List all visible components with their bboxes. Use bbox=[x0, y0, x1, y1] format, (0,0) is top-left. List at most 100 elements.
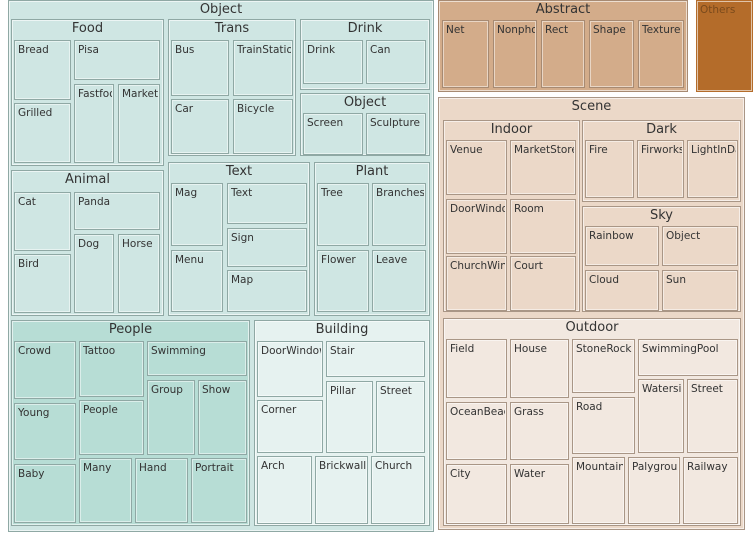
treemap-cell-screen[interactable]: Screen bbox=[303, 113, 363, 155]
group-label: Object bbox=[343, 95, 387, 110]
treemap-cell-corner[interactable]: Corner bbox=[257, 400, 323, 453]
treemap-cell-fire[interactable]: Fire bbox=[585, 140, 634, 198]
treemap-cell-people[interactable]: People bbox=[79, 400, 144, 455]
cell-label: House bbox=[514, 343, 547, 355]
treemap-cell-market[interactable]: Market bbox=[118, 84, 160, 163]
cell-label: Net bbox=[446, 24, 465, 36]
treemap-cell-pillar[interactable]: Pillar bbox=[326, 381, 373, 453]
treemap-cell-horse[interactable]: Horse bbox=[118, 234, 160, 313]
treemap-cell-menu[interactable]: Menu bbox=[171, 250, 223, 312]
treemap-cell-many[interactable]: Many bbox=[79, 458, 132, 523]
treemap-cell-branches[interactable]: Branches bbox=[372, 183, 426, 246]
treemap-cell-swimming[interactable]: Swimming bbox=[147, 341, 247, 376]
treemap-cell-arch[interactable]: Arch bbox=[257, 456, 312, 524]
treemap-cell-panda[interactable]: Panda bbox=[74, 192, 160, 230]
treemap-cell-firworks[interactable]: Firworks bbox=[637, 140, 684, 198]
treemap-cell-brickwall[interactable]: Brickwall bbox=[315, 456, 368, 524]
group-label: Dark bbox=[646, 122, 677, 137]
treemap-cell-marketstore[interactable]: MarketStore bbox=[510, 140, 576, 195]
treemap-cell-bread[interactable]: Bread bbox=[14, 40, 71, 100]
treemap-cell-drink[interactable]: Drink bbox=[303, 40, 363, 84]
treemap-cell-grilled[interactable]: Grilled bbox=[14, 103, 71, 163]
cell-label: Grilled bbox=[18, 107, 53, 119]
treemap-cell-house[interactable]: House bbox=[510, 339, 569, 398]
treemap-cell-church[interactable]: Church bbox=[371, 456, 425, 524]
treemap-cell-bicycle[interactable]: Bicycle bbox=[233, 99, 293, 154]
cell-label: MarketStore bbox=[514, 144, 574, 156]
treemap-cell-map[interactable]: Map bbox=[227, 270, 307, 312]
cell-label: Baby bbox=[18, 468, 45, 480]
treemap-cell-baby[interactable]: Baby bbox=[14, 464, 76, 523]
treemap-cell-bird[interactable]: Bird bbox=[14, 254, 71, 313]
treemap-cell-street[interactable]: Street bbox=[376, 381, 425, 453]
treemap-cell-mag[interactable]: Mag bbox=[171, 183, 223, 246]
treemap-cell-stair[interactable]: Stair bbox=[326, 341, 425, 377]
treemap-cell-field[interactable]: Field bbox=[446, 339, 507, 398]
cell-label: Room bbox=[514, 203, 544, 215]
treemap-cell-sculpture[interactable]: Sculpture bbox=[366, 113, 426, 155]
treemap-cell-fastfoo[interactable]: Fastfoo bbox=[74, 84, 114, 163]
cell-label: Flower bbox=[321, 254, 356, 266]
treemap-cell-sign[interactable]: Sign bbox=[227, 228, 307, 267]
treemap-cell-tattoo[interactable]: Tattoo bbox=[79, 341, 144, 397]
cell-label: Cloud bbox=[589, 274, 619, 286]
treemap-cell-trainstation[interactable]: TrainStation bbox=[233, 40, 293, 96]
treemap-cell-tree[interactable]: Tree bbox=[317, 183, 369, 246]
treemap-cell-city[interactable]: City bbox=[446, 464, 507, 524]
treemap-cell-mountain[interactable]: Mountain bbox=[572, 457, 625, 524]
treemap-cell-pisa[interactable]: Pisa bbox=[74, 40, 160, 80]
treemap-cell-rect[interactable]: Rect bbox=[541, 20, 585, 88]
treemap-group-others[interactable]: Others bbox=[696, 0, 753, 92]
cell-label: Street bbox=[691, 383, 723, 395]
treemap-cell-crowd[interactable]: Crowd bbox=[14, 341, 76, 399]
treemap-cell-palygroun[interactable]: Palygroun bbox=[628, 457, 680, 524]
cell-label: Dog bbox=[78, 238, 100, 250]
treemap-cell-leave[interactable]: Leave bbox=[372, 250, 426, 312]
treemap-cell-text[interactable]: Text bbox=[227, 183, 307, 224]
treemap-cell-cat[interactable]: Cat bbox=[14, 192, 71, 251]
treemap-cell-nonphot[interactable]: Nonphot bbox=[493, 20, 537, 88]
treemap-cell-road[interactable]: Road bbox=[572, 397, 635, 454]
treemap-cell-object[interactable]: Object bbox=[662, 226, 738, 266]
group-label: Abstract bbox=[535, 2, 591, 17]
treemap-cell-cloud[interactable]: Cloud bbox=[585, 270, 659, 311]
treemap-cell-grass[interactable]: Grass bbox=[510, 402, 569, 460]
treemap-cell-texture[interactable]: Texture bbox=[638, 20, 684, 88]
cell-label: Field bbox=[450, 343, 475, 355]
cell-label: Sculpture bbox=[370, 117, 420, 129]
treemap-cell-doorwindow[interactable]: DoorWindow bbox=[446, 199, 507, 254]
cell-label: Group bbox=[151, 384, 183, 396]
treemap-cell-group[interactable]: Group bbox=[147, 380, 195, 455]
treemap-cell-stonerock[interactable]: StoneRock bbox=[572, 339, 635, 393]
treemap-cell-dog[interactable]: Dog bbox=[74, 234, 114, 313]
treemap-cell-street[interactable]: Street bbox=[687, 379, 738, 453]
treemap-cell-bus[interactable]: Bus bbox=[171, 40, 229, 96]
treemap-cell-venue[interactable]: Venue bbox=[446, 140, 507, 195]
treemap-cell-car[interactable]: Car bbox=[171, 99, 229, 154]
treemap-cell-shape[interactable]: Shape bbox=[589, 20, 634, 88]
treemap-cell-rainbow[interactable]: Rainbow bbox=[585, 226, 659, 266]
treemap-cell-flower[interactable]: Flower bbox=[317, 250, 369, 312]
treemap-cell-watersid[interactable]: Watersid bbox=[638, 379, 684, 453]
treemap-cell-lightinda[interactable]: LightInDa bbox=[687, 140, 738, 198]
treemap-cell-water[interactable]: Water bbox=[510, 464, 569, 524]
treemap-cell-doorwindow[interactable]: DoorWindow bbox=[257, 341, 323, 397]
treemap-cell-railway[interactable]: Railway bbox=[683, 457, 738, 524]
treemap-cell-room[interactable]: Room bbox=[510, 199, 576, 254]
group-label: Indoor bbox=[490, 122, 533, 137]
treemap-cell-sun[interactable]: Sun bbox=[662, 270, 738, 311]
treemap-cell-oceanbeach[interactable]: OceanBeach bbox=[446, 402, 507, 460]
treemap-cell-swimmingpool[interactable]: SwimmingPool bbox=[638, 339, 738, 376]
treemap-cell-churchwind[interactable]: ChurchWind bbox=[446, 256, 507, 311]
treemap-cell-can[interactable]: Can bbox=[366, 40, 426, 84]
treemap-cell-net[interactable]: Net bbox=[442, 20, 489, 88]
treemap-cell-hand[interactable]: Hand bbox=[135, 458, 188, 523]
treemap-cell-portrait[interactable]: Portrait bbox=[191, 458, 247, 523]
treemap-cell-show[interactable]: Show bbox=[198, 380, 247, 455]
cell-label: Sun bbox=[666, 274, 686, 286]
cell-label: Tree bbox=[321, 187, 343, 199]
cell-label: Church bbox=[375, 460, 413, 472]
group-label: Outdoor bbox=[565, 320, 619, 335]
treemap-cell-court[interactable]: Court bbox=[510, 256, 576, 311]
treemap-cell-young[interactable]: Young bbox=[14, 403, 76, 460]
